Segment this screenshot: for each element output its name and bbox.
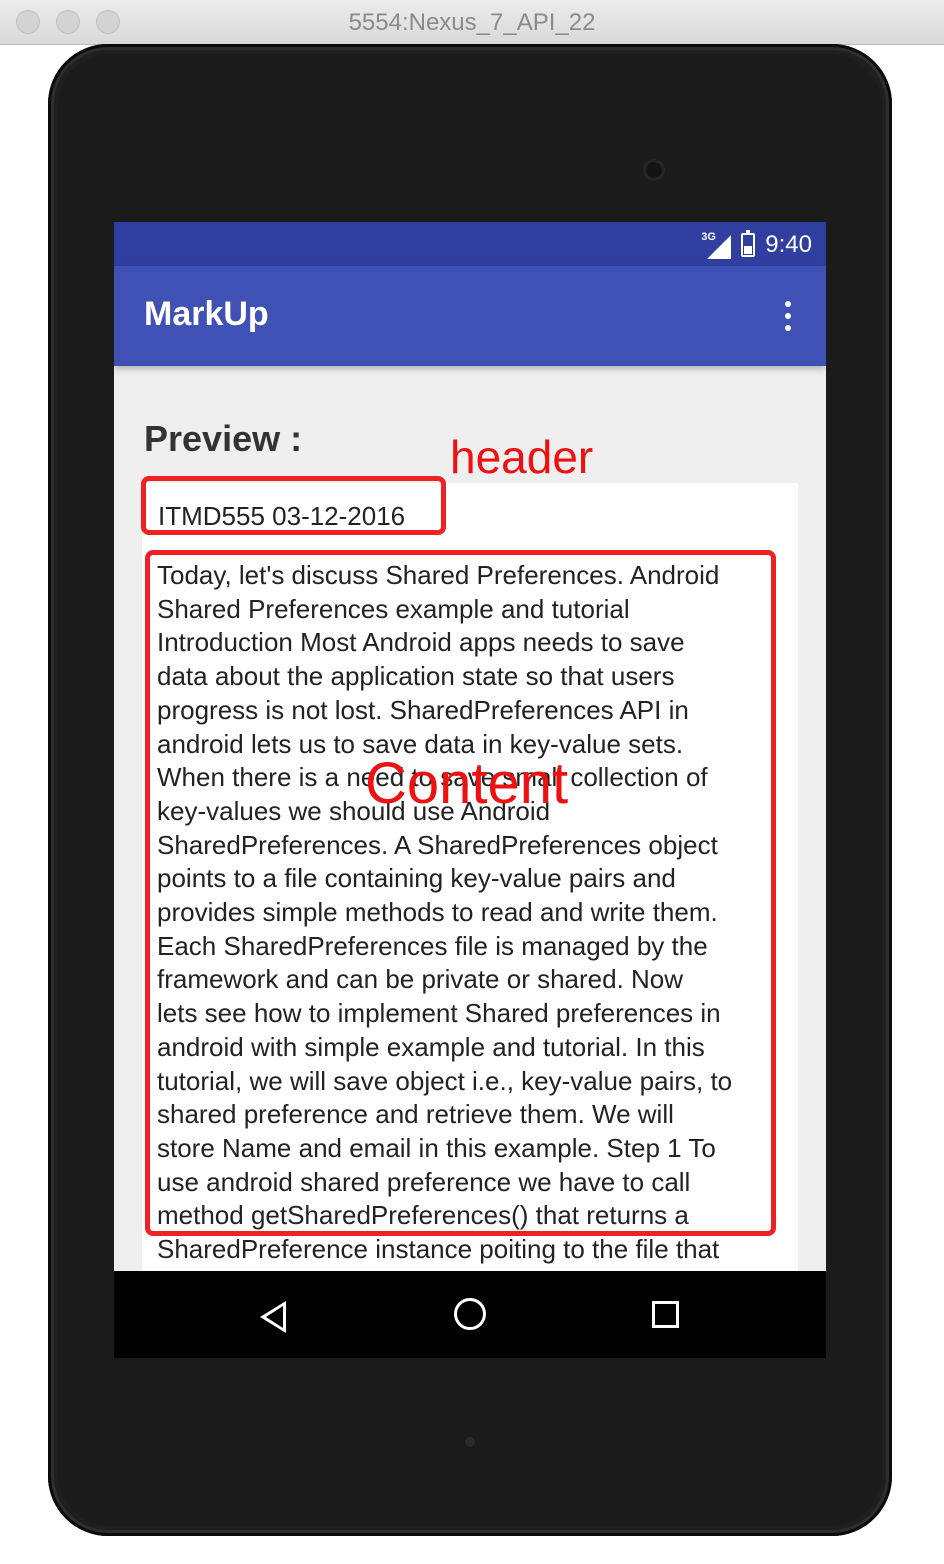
window-title: 5554:Nexus_7_API_22: [348, 9, 596, 36]
header-annotation-label: header: [450, 431, 594, 483]
status-time: 9:40: [765, 231, 812, 258]
status-bar: 3G 9:40: [114, 222, 826, 266]
recents-icon[interactable]: [652, 1301, 679, 1328]
device-sensor: [465, 1437, 475, 1447]
content-annotation-box: [145, 550, 776, 1236]
app-bar: MarkUp: [114, 266, 826, 366]
front-camera: [643, 159, 665, 181]
signal-icon: 3G: [701, 231, 732, 259]
home-icon[interactable]: [454, 1298, 486, 1330]
content-line: SharedPreference instance poiting to the…: [157, 1234, 720, 1265]
battery-icon: [741, 230, 756, 257]
header-annotation-box: [141, 476, 446, 535]
content-annotation-label: Content: [365, 751, 569, 816]
navigation-bar: [114, 1271, 826, 1358]
overflow-menu-icon[interactable]: [776, 301, 800, 333]
status-icons: 3G 9:40: [701, 230, 812, 260]
back-icon[interactable]: [260, 1301, 286, 1333]
window-titlebar: 5554:Nexus_7_API_22: [0, 0, 944, 45]
preview-label: Preview :: [144, 418, 303, 459]
app-title: MarkUp: [144, 295, 269, 333]
